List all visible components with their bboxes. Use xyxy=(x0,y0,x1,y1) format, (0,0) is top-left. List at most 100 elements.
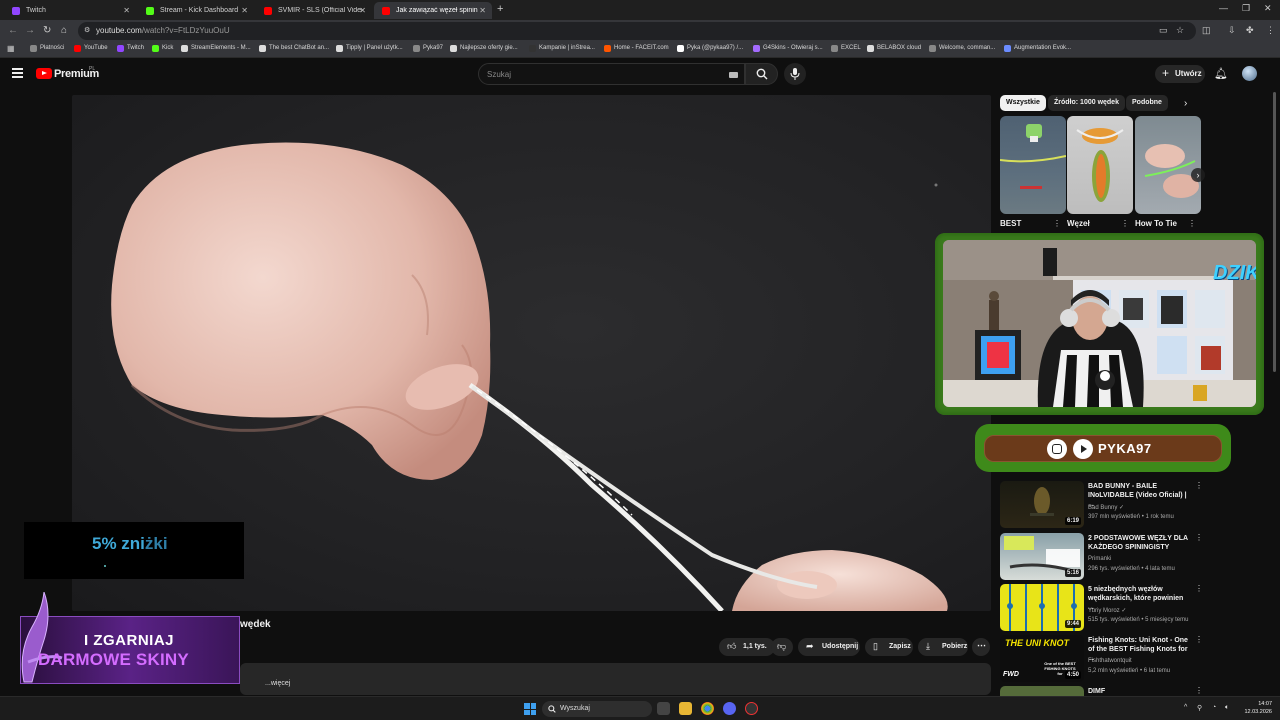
rec-channel[interactable]: Primanki xyxy=(1088,556,1111,562)
downloads-icon[interactable]: ⇩ xyxy=(1228,25,1236,36)
new-tab-button[interactable]: + xyxy=(497,3,503,15)
close-tab-icon[interactable]: ✕ xyxy=(241,6,248,15)
wifi-icon[interactable]: ◔ xyxy=(1212,704,1216,711)
bookmark-item[interactable]: The best ChatBot an... xyxy=(259,45,329,52)
voice-search-button[interactable] xyxy=(784,63,806,85)
short-title[interactable]: How To Tie xyxy=(1135,219,1177,228)
keyboard-icon[interactable] xyxy=(729,72,738,78)
menu-kebab-icon[interactable]: ⋮ xyxy=(1266,25,1275,36)
bookmark-item[interactable]: Pyka (@pykaa97) /... xyxy=(677,45,743,52)
video-thumbnail[interactable]: THE UNI KNOT One of the BEST FISHING KNO… xyxy=(1000,635,1084,682)
extensions-icon[interactable]: ◫ xyxy=(1202,25,1211,36)
bookmark-item[interactable]: BELABOX cloud xyxy=(867,45,921,52)
close-tab-icon[interactable]: ✕ xyxy=(479,6,486,15)
chrome-icon[interactable] xyxy=(701,702,714,715)
rec-menu-icon[interactable]: ⋮ xyxy=(1195,584,1203,593)
apps-grid-icon[interactable]: ▦ xyxy=(7,44,15,53)
windows-start-icon[interactable] xyxy=(524,703,536,715)
chip-all[interactable]: Wszystkie xyxy=(1000,95,1046,111)
more-actions-button[interactable]: ⋯ xyxy=(972,638,990,656)
discord-icon[interactable] xyxy=(723,702,736,715)
recommendation-item[interactable]: 6:19 BAD BUNNY - BAILE INoLVIDABLE (Vide… xyxy=(999,481,1269,529)
task-view-icon[interactable] xyxy=(657,702,670,715)
rec-title[interactable]: 2 PODSTAWOWE WĘZŁY DLA KAŻDEGO SPININGIS… xyxy=(1088,534,1190,552)
short-title[interactable]: BEST xyxy=(1000,219,1021,228)
system-clock[interactable]: 14:07 12.03.2026 xyxy=(1238,700,1272,716)
hamburger-menu-icon[interactable] xyxy=(12,68,23,80)
short-menu-icon[interactable]: ⋮ xyxy=(1053,219,1061,228)
download-button[interactable]: ⤓ Pobierz xyxy=(918,638,968,656)
like-button[interactable]: 👍︎ 1,1 tys. xyxy=(719,638,775,656)
youtube-logo-icon[interactable] xyxy=(36,68,52,79)
search-input[interactable]: Szukaj xyxy=(487,70,511,79)
bookmark-item[interactable]: Pyka97 xyxy=(413,45,443,52)
tray-overflow-icon[interactable]: ^ xyxy=(1184,704,1187,711)
share-button[interactable]: ➦ Udostępnij xyxy=(798,638,860,656)
obs-icon[interactable] xyxy=(745,702,758,715)
short-menu-icon[interactable]: ⋮ xyxy=(1188,219,1196,228)
close-tab-icon[interactable]: ✕ xyxy=(359,6,366,15)
address-bar[interactable]: ⚙ youtube.com/watch?v=FtLDzYuuOuU ▭ ☆ xyxy=(78,22,1196,40)
back-icon[interactable]: ← xyxy=(8,25,18,36)
page-scrollbar[interactable] xyxy=(1272,62,1277,380)
bookmark-item[interactable]: Najlepsze oferty gie... xyxy=(450,45,518,52)
short-title[interactable]: Węzeł xyxy=(1067,219,1090,228)
short-thumbnail[interactable] xyxy=(1067,116,1133,214)
rec-menu-icon[interactable]: ⋮ xyxy=(1195,481,1203,490)
recommendation-item[interactable]: 5:16 2 PODSTAWOWE WĘZŁY DLA KAŻDEGO SPIN… xyxy=(999,533,1269,581)
tab-twitch[interactable]: Twitch ✕ xyxy=(4,2,136,19)
short-thumbnail[interactable] xyxy=(1135,116,1201,214)
rec-channel[interactable]: Fishthatwontquit xyxy=(1088,658,1132,664)
notifications-bell-icon[interactable]: 🔔︎ xyxy=(1214,67,1228,80)
bookmark-item[interactable]: Augmentation Evok... xyxy=(1004,45,1071,52)
network-icon[interactable]: ⚲ xyxy=(1197,704,1202,712)
chips-next-chevron-icon[interactable]: › xyxy=(1184,98,1187,109)
rec-channel[interactable]: Bad Bunny ✓ xyxy=(1088,504,1124,511)
dislike-button[interactable]: 👎︎ xyxy=(771,638,793,656)
bookmark-item[interactable]: StreamElements - M... xyxy=(181,45,251,52)
file-explorer-icon[interactable] xyxy=(679,702,692,715)
video-thumbnail[interactable]: 6:19 xyxy=(1000,481,1084,528)
forward-icon[interactable]: → xyxy=(25,25,35,36)
shorts-next-chevron-icon[interactable]: › xyxy=(1191,168,1205,182)
tab-svmir-video[interactable]: SVMIR - SLS (Official Video) - Y ✕ xyxy=(256,2,372,19)
account-avatar[interactable] xyxy=(1242,66,1257,81)
short-menu-icon[interactable]: ⋮ xyxy=(1121,219,1129,228)
description-box[interactable]: ...więcej xyxy=(240,663,991,695)
site-info-icon[interactable]: ⚙ xyxy=(84,26,90,34)
bookmark-item[interactable]: Tipply | Panel użytk... xyxy=(336,45,403,52)
video-thumbnail[interactable] xyxy=(1000,686,1084,696)
close-tab-icon[interactable]: ✕ xyxy=(123,6,130,15)
rec-menu-icon[interactable]: ⋮ xyxy=(1195,533,1203,542)
taskbar-search[interactable]: Wyszukaj xyxy=(542,701,652,717)
restore-icon[interactable]: ❐ xyxy=(1242,3,1250,14)
rec-menu-icon[interactable]: ⋮ xyxy=(1195,635,1203,644)
search-button[interactable] xyxy=(745,63,778,85)
bookmark-item[interactable]: G4Skins - Otwieraj s... xyxy=(753,45,823,52)
bookmark-item[interactable]: Twitch xyxy=(117,45,144,52)
minimize-icon[interactable]: — xyxy=(1219,3,1228,13)
reload-icon[interactable]: ↻ xyxy=(43,25,51,36)
bookmark-item[interactable]: Płatności xyxy=(30,45,64,52)
video-thumbnail[interactable]: 9:44 xyxy=(1000,584,1084,631)
recommendation-item[interactable]: DIMF ⋮ xyxy=(999,686,1269,696)
search-box[interactable]: Szukaj xyxy=(478,63,745,85)
save-button[interactable]: ▯ Zapisz xyxy=(865,638,913,656)
bookmark-item[interactable]: EXCEL xyxy=(831,45,861,52)
show-more-link[interactable]: ...więcej xyxy=(265,680,290,687)
create-button[interactable]: + Utwórz xyxy=(1155,65,1205,83)
chip-source[interactable]: Źródło: 1000 wędek xyxy=(1048,95,1125,111)
chip-related[interactable]: Podobne xyxy=(1126,95,1168,111)
bookmark-item[interactable]: Kick xyxy=(152,45,173,52)
rec-channel[interactable]: Yuriy Moroz ✓ xyxy=(1088,607,1126,614)
tab-kick-dashboard[interactable]: Stream - Kick Dashboard ✕ xyxy=(138,2,254,19)
video-thumbnail[interactable]: 5:16 xyxy=(1000,533,1084,580)
extension-puzzle-icon[interactable]: ✤ xyxy=(1246,25,1254,36)
rec-menu-icon[interactable]: ⋮ xyxy=(1195,686,1203,695)
bookmark-star-icon[interactable]: ☆ xyxy=(1176,25,1184,36)
home-icon[interactable]: ⌂ xyxy=(61,25,67,36)
bookmark-item[interactable]: YouTube xyxy=(74,45,108,52)
recommendation-item[interactable]: 9:44 5 niezbędnych węzłów wędkarskich, k… xyxy=(999,584,1269,632)
bookmark-item[interactable]: Home - FACEIT.com xyxy=(604,45,669,52)
volume-icon[interactable]: 🔈︎ xyxy=(1225,704,1229,712)
